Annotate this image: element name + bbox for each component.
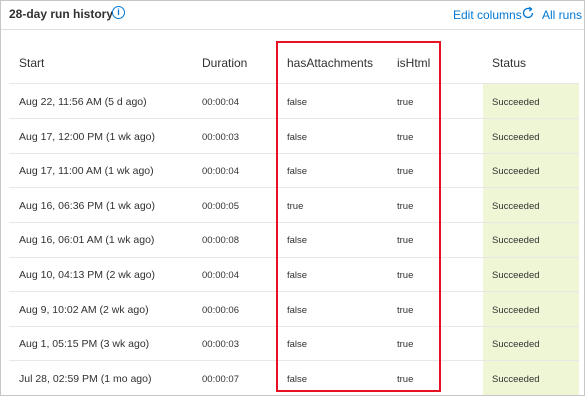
duration-cell: 00:00:04 [202,270,239,281]
start-cell[interactable]: Aug 17, 12:00 PM (1 wk ago) [19,131,155,143]
duration-cell: 00:00:03 [202,131,239,143]
edit-columns-link[interactable]: Edit columns [453,8,522,22]
column-header-status[interactable]: Status [492,56,526,70]
duration-cell: 00:00:05 [202,200,239,212]
status-cell: Succeeded [492,166,540,178]
highlight-box [276,41,441,392]
info-icon[interactable]: i [112,6,125,19]
run-history-panel: 28-day run history i Edit columns All ru… [0,0,585,396]
status-cell: Succeeded [492,304,540,316]
refresh-icon[interactable] [521,6,535,20]
column-header-duration[interactable]: Duration [202,56,247,70]
start-cell[interactable]: Aug 22, 11:56 AM (5 d ago) [19,96,147,108]
duration-cell: 00:00:04 [202,97,239,108]
column-header-start[interactable]: Start [19,56,44,70]
status-cell: Succeeded [492,373,540,385]
start-cell[interactable]: Aug 10, 04:13 PM (2 wk ago) [19,269,155,281]
duration-cell: 00:00:08 [202,235,239,247]
panel-title: 28-day run history [9,7,114,21]
duration-cell: 00:00:04 [202,166,239,178]
start-cell[interactable]: Aug 16, 06:36 PM (1 wk ago) [19,200,155,212]
duration-cell: 00:00:03 [202,339,239,351]
panel-header: 28-day run history i Edit columns All ru… [1,1,584,30]
status-cell: Succeeded [492,235,540,247]
start-cell[interactable]: Jul 28, 02:59 PM (1 mo ago) [19,373,152,385]
start-cell[interactable]: Aug 9, 10:02 AM (2 wk ago) [19,304,149,316]
status-cell: Succeeded [492,270,540,281]
duration-cell: 00:00:06 [202,304,239,316]
status-cell: Succeeded [492,200,540,212]
status-cell: Succeeded [492,339,540,351]
start-cell[interactable]: Aug 1, 05:15 PM (3 wk ago) [19,338,149,350]
status-cell: Succeeded [492,97,540,108]
all-runs-link[interactable]: All runs [542,8,582,22]
status-cell: Succeeded [492,131,540,143]
start-cell[interactable]: Aug 16, 06:01 AM (1 wk ago) [19,234,154,246]
duration-cell: 00:00:07 [202,373,239,385]
start-cell[interactable]: Aug 17, 11:00 AM (1 wk ago) [19,165,154,177]
